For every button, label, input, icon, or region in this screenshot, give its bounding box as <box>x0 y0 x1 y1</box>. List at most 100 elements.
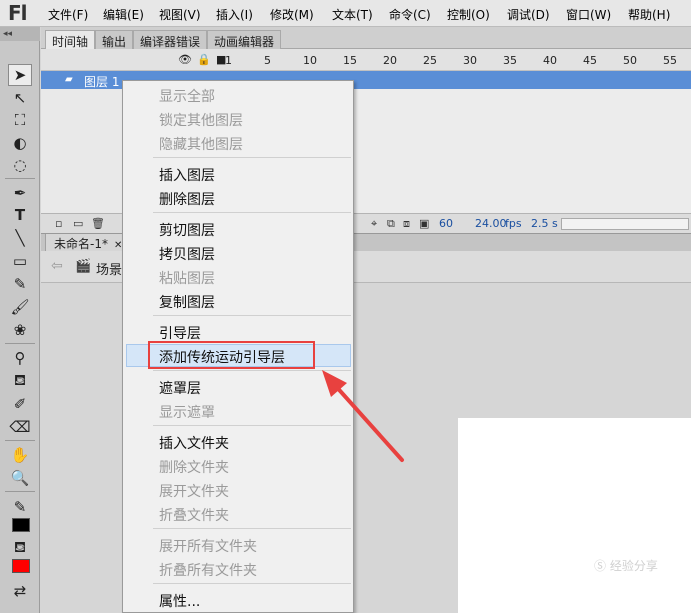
frame-number: 55 <box>663 54 677 67</box>
menu-item-insert-layer[interactable]: 插入图层 <box>159 165 215 185</box>
scene-icon: 🎬 <box>75 259 92 274</box>
lock-icon[interactable]: 🔒 <box>197 53 211 66</box>
menubar: Fl 文件(F) 编辑(E) 视图(V) 插入(I) 修改(M) 文本(T) 命… <box>0 0 691 27</box>
frame-number: 5 <box>264 54 271 67</box>
panel-tab-bar: 时间轴 输出 编译器错误 动画编辑器 <box>41 27 691 49</box>
stage[interactable] <box>458 418 691 613</box>
menu-item-paste-layer[interactable]: 粘贴图层 <box>159 268 215 288</box>
rectangle-tool-icon[interactable]: ▭ <box>8 250 32 272</box>
menu-item-expand-all-folders[interactable]: 展开所有文件夹 <box>159 536 257 556</box>
menu-separator <box>153 583 351 584</box>
pen-tool-icon[interactable]: ✒ <box>8 182 32 204</box>
frame-number: 15 <box>343 54 357 67</box>
frame-number: 50 <box>623 54 637 67</box>
menu-view[interactable]: 视图(V) <box>159 6 201 23</box>
delete-layer-icon[interactable]: 🗑 <box>91 217 105 230</box>
tab-compiler-errors[interactable]: 编译器错误 <box>133 30 208 49</box>
frame-number: 40 <box>543 54 557 67</box>
document-tab[interactable]: 未命名-1* ✕ <box>45 234 132 252</box>
menu-edit[interactable]: 编辑(E) <box>103 6 144 23</box>
layer-icon: ▰ <box>65 74 73 85</box>
menu-text[interactable]: 文本(T) <box>332 6 373 23</box>
back-arrow-icon[interactable]: ⇦ <box>51 258 63 274</box>
flash-logo: Fl <box>8 1 28 25</box>
menu-debug[interactable]: 调试(D) <box>507 6 550 23</box>
menu-item-cut-layer[interactable]: 剪切图层 <box>159 220 215 240</box>
menu-separator <box>153 157 351 158</box>
tab-output[interactable]: 输出 <box>95 30 134 49</box>
eraser-tool-icon[interactable]: ⌫ <box>8 416 32 438</box>
hand-tool-icon[interactable]: ✋ <box>8 444 32 466</box>
free-transform-tool-icon[interactable]: ⛶ <box>8 109 32 131</box>
menu-item-collapse-all-folders[interactable]: 折叠所有文件夹 <box>159 560 257 580</box>
frame-number: 1 <box>225 54 232 67</box>
menu-item-show-masking[interactable]: 显示遮罩 <box>159 402 215 422</box>
onion-outline-icon[interactable]: ⧈ <box>403 217 410 231</box>
menu-item-delete-layer[interactable]: 删除图层 <box>159 189 215 209</box>
fps-value: 24.00 <box>475 217 507 230</box>
eyedropper-tool-icon[interactable]: ✐ <box>8 393 32 415</box>
menu-help[interactable]: 帮助(H) <box>628 6 670 23</box>
eye-icon[interactable]: 👁 <box>178 53 192 66</box>
menu-item-expand-folder[interactable]: 展开文件夹 <box>159 481 229 501</box>
brush-tool-icon[interactable]: 🖌 <box>8 296 32 318</box>
deco-tool-icon[interactable]: ❀ <box>8 319 32 341</box>
fill-color-swatch[interactable] <box>12 559 30 573</box>
menu-item-insert-folder[interactable]: 插入文件夹 <box>159 433 229 453</box>
edit-multiple-frames-icon[interactable]: ▣ <box>419 217 429 230</box>
menu-window[interactable]: 窗口(W) <box>566 6 611 23</box>
layer-name: 图层 1 <box>84 75 120 89</box>
menu-item-duplicate-layer[interactable]: 复制图层 <box>159 292 215 312</box>
fps-unit: fps <box>505 217 522 230</box>
document-tab-label: 未命名-1* <box>54 237 108 251</box>
tab-motion-editor[interactable]: 动画编辑器 <box>207 30 282 49</box>
3d-rotation-tool-icon[interactable]: ◐ <box>8 132 32 154</box>
frame-number: 25 <box>423 54 437 67</box>
menu-insert[interactable]: 插入(I) <box>216 6 253 23</box>
menu-separator <box>153 212 351 213</box>
text-tool-icon[interactable]: T <box>8 204 32 226</box>
menu-control[interactable]: 控制(O) <box>447 6 490 23</box>
menu-item-guide[interactable]: 引导层 <box>159 323 201 343</box>
menu-item-collapse-folder[interactable]: 折叠文件夹 <box>159 505 229 525</box>
menu-item-mask[interactable]: 遮罩层 <box>159 378 201 398</box>
subselection-tool-icon[interactable]: ↖ <box>8 87 32 109</box>
paint-bucket-tool-icon[interactable]: ⛾ <box>8 370 32 392</box>
new-folder-icon[interactable]: ▭ <box>73 217 83 230</box>
menu-separator <box>153 425 351 426</box>
pencil-tool-icon[interactable]: ✎ <box>8 273 32 295</box>
menu-item-lock-others[interactable]: 锁定其他图层 <box>159 110 243 130</box>
toolbar-divider <box>5 491 35 492</box>
menu-item-properties[interactable]: 属性... <box>159 591 200 611</box>
line-tool-icon[interactable]: ╲ <box>8 227 32 249</box>
bone-tool-icon[interactable]: ⚲ <box>8 347 32 369</box>
selection-tool-icon[interactable]: ➤ <box>8 64 32 86</box>
center-frame-icon[interactable]: ⌖ <box>371 217 377 231</box>
tools-panel: ◂◂ ➤ ↖ ⛶ ◐ ◌ ✒ T ╲ ▭ ✎ 🖌 ❀ ⚲ ⛾ ✐ ⌫ ✋ 🔍 ✎… <box>0 27 40 613</box>
current-frame-value: 60 <box>439 217 453 230</box>
collapse-toolbar-button[interactable]: ◂◂ <box>0 27 40 41</box>
zoom-tool-icon[interactable]: 🔍 <box>8 467 32 489</box>
menu-separator <box>153 528 351 529</box>
onion-skin-icon[interactable]: ⧉ <box>387 217 395 231</box>
frame-number: 20 <box>383 54 397 67</box>
watermark: Ⓢ 经验分享 <box>594 559 658 573</box>
stroke-color-swatch[interactable] <box>12 518 30 532</box>
menu-item-delete-folder[interactable]: 删除文件夹 <box>159 457 229 477</box>
menu-item-show-all[interactable]: 显示全部 <box>159 86 215 106</box>
frame-number: 30 <box>463 54 477 67</box>
timeline-scrollbar[interactable] <box>561 218 689 230</box>
menu-item-hide-others[interactable]: 隐藏其他图层 <box>159 134 243 154</box>
menu-separator <box>153 370 351 371</box>
new-layer-icon[interactable]: ▫ <box>55 217 62 230</box>
frame-number: 35 <box>503 54 517 67</box>
tab-timeline[interactable]: 时间轴 <box>45 30 96 49</box>
menu-file[interactable]: 文件(F) <box>48 6 88 23</box>
swap-colors-icon[interactable]: ⇄ <box>8 580 32 602</box>
menu-commands[interactable]: 命令(C) <box>389 6 431 23</box>
menu-modify[interactable]: 修改(M) <box>270 6 314 23</box>
lasso-tool-icon[interactable]: ◌ <box>8 154 32 176</box>
menu-item-copy-layer[interactable]: 拷贝图层 <box>159 244 215 264</box>
frame-number: 10 <box>303 54 317 67</box>
toolbar-divider <box>5 178 35 179</box>
